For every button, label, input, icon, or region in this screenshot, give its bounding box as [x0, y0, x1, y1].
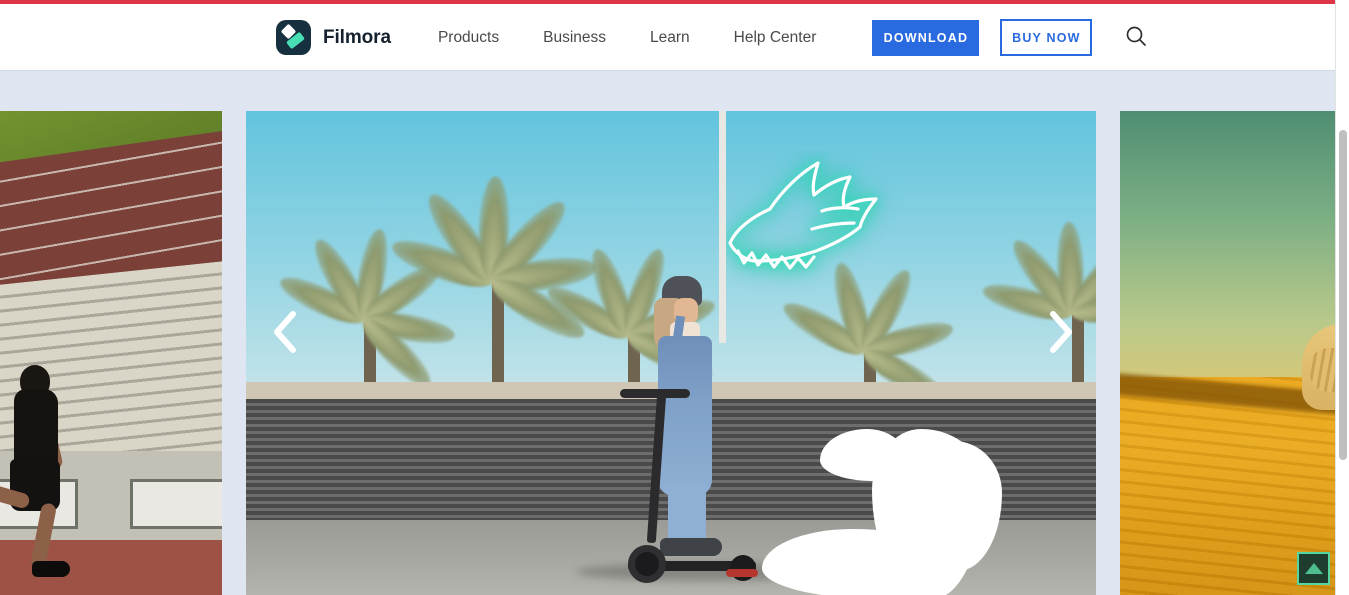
desert-figure	[1302, 323, 1335, 484]
site-header: Filmora Products Business Learn Help Cen…	[0, 4, 1335, 71]
white-mask-shape	[806, 551, 956, 595]
nav-item-products[interactable]: Products	[438, 29, 499, 47]
carousel-prev-button[interactable]	[262, 311, 308, 357]
download-button[interactable]: DOWNLOAD	[872, 19, 980, 56]
top-accent-bar	[0, 0, 1335, 4]
hero-carousel	[0, 72, 1335, 595]
desert-figure-image	[1120, 111, 1335, 595]
filmora-logo-icon	[276, 20, 311, 55]
nav-item-business[interactable]: Business	[543, 29, 606, 47]
nav-item-help-center[interactable]: Help Center	[734, 29, 817, 47]
arrow-up-icon	[1304, 563, 1323, 574]
header-content: Filmora Products Business Learn Help Cen…	[276, 4, 1152, 71]
runner-figure	[0, 365, 102, 577]
chevron-left-icon	[270, 310, 300, 357]
scooter-rider-image	[246, 111, 1096, 595]
search-button[interactable]	[1120, 22, 1152, 54]
buy-now-button[interactable]: BUY NOW	[1000, 19, 1093, 56]
runner-track-image	[0, 111, 222, 595]
nav-item-learn[interactable]: Learn	[650, 29, 690, 47]
electric-scooter	[604, 389, 784, 593]
carousel-slide-desert[interactable]	[1120, 111, 1335, 595]
chevron-right-icon	[1046, 310, 1076, 357]
brand-name: Filmora	[323, 26, 391, 48]
carousel-slide-scooter[interactable]	[246, 111, 1096, 595]
search-icon	[1125, 25, 1147, 50]
carousel-slide-runner[interactable]	[0, 111, 222, 595]
page-scrollbar[interactable]	[1335, 0, 1349, 595]
brand-logo[interactable]: Filmora	[276, 20, 391, 55]
main-navigation: Products Business Learn Help Center	[416, 29, 838, 47]
carousel-next-button[interactable]	[1038, 311, 1084, 357]
back-to-top-button[interactable]	[1297, 552, 1330, 585]
scrollbar-thumb[interactable]	[1339, 130, 1347, 460]
